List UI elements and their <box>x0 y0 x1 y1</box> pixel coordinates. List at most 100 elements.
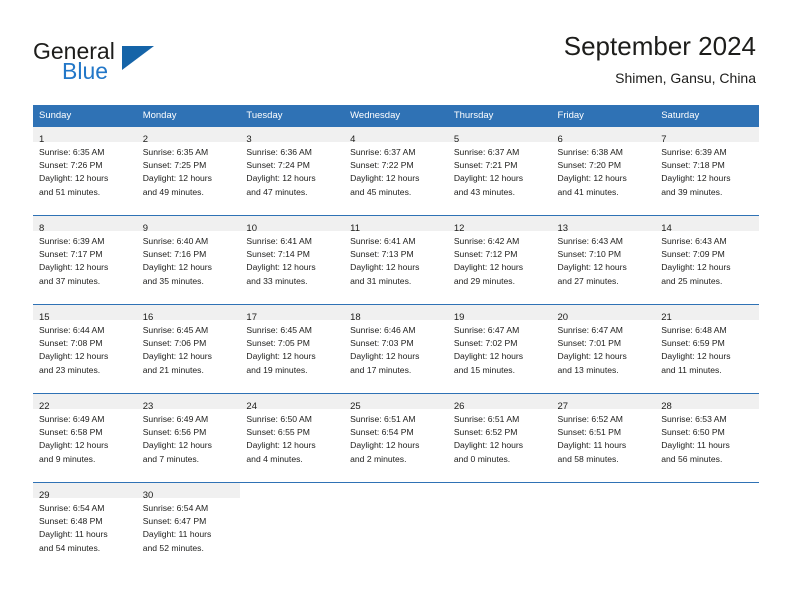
calendar-day-cell[interactable]: 21 Sunrise: 6:48 AM Sunset: 6:59 PM Dayligh… <box>655 304 759 394</box>
sunset-time: Sunset: 6:52 PM <box>453 427 518 438</box>
calendar-day-cell[interactable]: 5 Sunrise: 6:37 AM Sunset: 7:21 PM Daylight… <box>447 126 552 216</box>
daylight-duration-line1: Daylight: 12 hours <box>39 440 109 451</box>
sunset-time: Sunset: 7:02 PM <box>453 338 518 349</box>
calendar-day-cell[interactable]: 10 Sunrise: 6:41 AM Sunset: 7:14 PM Dayligh… <box>240 215 345 305</box>
sunset-time: Sunset: 7:10 PM <box>557 249 622 260</box>
day-details: Sunrise: 6:40 AM Sunset: 7:16 PM Daylight:… <box>137 231 241 288</box>
sunrise-time: Sunrise: 6:38 AM <box>557 147 623 157</box>
daylight-duration-line2: and 58 minutes. <box>557 453 619 464</box>
sunrise-time: Sunrise: 6:49 AM <box>142 414 209 424</box>
sunrise-time: Sunrise: 6:46 AM <box>350 325 416 335</box>
day-number: 18 <box>350 312 361 323</box>
calendar-day-cell[interactable]: 17 Sunrise: 6:45 AM Sunset: 7:05 PM Dayligh… <box>240 304 345 394</box>
sunset-time: Sunset: 7:08 PM <box>39 338 103 349</box>
weekday-header-wednesday: Wednesday <box>344 105 448 127</box>
sunrise-time: Sunrise: 6:41 AM <box>246 236 312 246</box>
calendar-day-cell[interactable]: 22 Sunrise: 6:49 AM Sunset: 6:58 PM Dayligh… <box>33 393 137 483</box>
sunset-time: Sunset: 7:26 PM <box>39 160 103 171</box>
day-number: 29 <box>39 490 50 501</box>
daylight-duration-line2: and 15 minutes. <box>453 364 515 375</box>
daylight-duration-line1: Daylight: 12 hours <box>557 262 627 273</box>
calendar-day-cell[interactable]: 9 Sunrise: 6:40 AM Sunset: 7:16 PM Daylight… <box>136 215 241 305</box>
calendar-day-cell[interactable]: 28 Sunrise: 6:53 AM Sunset: 6:50 PM Dayligh… <box>655 393 759 483</box>
daylight-duration-line1: Daylight: 12 hours <box>453 173 524 184</box>
day-number: 7 <box>661 134 667 145</box>
calendar-day-cell[interactable]: 19 Sunrise: 6:47 AM Sunset: 7:02 PM Dayligh… <box>447 304 552 394</box>
day-details: Sunrise: 6:54 AM Sunset: 6:48 PM Daylight:… <box>33 498 137 555</box>
daylight-duration-line1: Daylight: 12 hours <box>39 351 109 362</box>
sunset-time: Sunset: 6:59 PM <box>661 338 725 349</box>
sunrise-time: Sunrise: 6:43 AM <box>661 236 727 246</box>
day-number: 28 <box>661 401 672 412</box>
day-number: 11 <box>350 223 360 234</box>
sunrise-time: Sunrise: 6:37 AM <box>350 147 416 157</box>
calendar-day-cell[interactable]: 18 Sunrise: 6:46 AM Sunset: 7:03 PM Dayligh… <box>344 304 448 394</box>
day-number-band: 1 <box>33 127 137 145</box>
calendar-day-cell[interactable]: 1 Sunrise: 6:35 AM Sunset: 7:26 PM Daylight… <box>33 126 137 216</box>
day-number-band: 16 <box>136 305 241 323</box>
calendar-day-cell[interactable]: 3 Sunrise: 6:36 AM Sunset: 7:24 PM Daylight… <box>240 126 345 216</box>
calendar-day-cell[interactable]: 23 Sunrise: 6:49 AM Sunset: 6:56 PM Dayligh… <box>136 393 241 483</box>
calendar-day-cell[interactable]: 7 Sunrise: 6:39 AM Sunset: 7:18 PM Daylight… <box>655 126 759 216</box>
sunset-time: Sunset: 7:01 PM <box>557 338 622 349</box>
daylight-duration-line1: Daylight: 12 hours <box>39 173 109 184</box>
calendar-day-cell-empty <box>655 482 759 567</box>
calendar-day-cell[interactable]: 29 Sunrise: 6:54 AM Sunset: 6:48 PM Dayligh… <box>33 482 137 567</box>
daylight-duration-line2: and 31 minutes. <box>350 275 412 286</box>
day-number-band: 5 <box>447 127 552 145</box>
sunrise-time: Sunrise: 6:54 AM <box>39 503 105 513</box>
day-number: 17 <box>246 312 257 323</box>
sunset-time: Sunset: 6:55 PM <box>246 427 310 438</box>
day-number-band <box>240 483 345 498</box>
day-number: 27 <box>557 401 569 412</box>
day-number-band: 7 <box>655 127 759 145</box>
calendar-week-row: 8 Sunrise: 6:39 AM Sunset: 7:17 PM Daylight… <box>33 215 759 305</box>
day-details: Sunrise: 6:39 AM Sunset: 7:18 PM Daylight:… <box>655 142 759 199</box>
calendar-day-cell[interactable]: 20 Sunrise: 6:47 AM Sunset: 7:01 PM Dayligh… <box>551 304 656 394</box>
sunrise-time: Sunrise: 6:48 AM <box>661 325 727 335</box>
day-details: Sunrise: 6:50 AM Sunset: 6:55 PM Daylight:… <box>240 409 344 466</box>
weekday-header-saturday: Saturday <box>655 105 759 127</box>
day-number: 8 <box>39 223 45 234</box>
day-number: 6 <box>557 134 563 145</box>
calendar-day-cell[interactable]: 8 Sunrise: 6:39 AM Sunset: 7:17 PM Daylight… <box>33 215 137 305</box>
day-details: Sunrise: 6:41 AM Sunset: 7:13 PM Daylight:… <box>344 231 448 288</box>
calendar-day-cell[interactable]: 4 Sunrise: 6:37 AM Sunset: 7:22 PM Daylight… <box>344 126 448 216</box>
general-blue-logo[interactable]: General Blue <box>33 38 233 88</box>
day-number-band: 17 <box>240 305 345 323</box>
day-number-band: 25 <box>344 394 448 412</box>
calendar-day-cell[interactable]: 30 Sunrise: 6:54 AM Sunset: 6:47 PM Dayligh… <box>136 482 241 567</box>
sunset-time: Sunset: 7:06 PM <box>142 338 207 349</box>
day-number-band: 26 <box>447 394 552 412</box>
calendar-day-cell[interactable]: 15 Sunrise: 6:44 AM Sunset: 7:08 PM Dayligh… <box>33 304 137 394</box>
day-details: Sunrise: 6:42 AM Sunset: 7:12 PM Daylight:… <box>448 231 552 288</box>
sunset-time: Sunset: 6:58 PM <box>39 427 103 438</box>
calendar-day-cell[interactable]: 13 Sunrise: 6:43 AM Sunset: 7:10 PM Dayligh… <box>551 215 656 305</box>
calendar-day-cell[interactable]: 24 Sunrise: 6:50 AM Sunset: 6:55 PM Dayligh… <box>240 393 345 483</box>
day-details: Sunrise: 6:53 AM Sunset: 6:50 PM Daylight:… <box>655 409 759 466</box>
sunrise-time: Sunrise: 6:42 AM <box>453 236 520 246</box>
calendar-day-cell[interactable]: 14 Sunrise: 6:43 AM Sunset: 7:09 PM Dayligh… <box>655 215 759 305</box>
day-details: Sunrise: 6:45 AM Sunset: 7:06 PM Daylight:… <box>137 320 241 377</box>
calendar-day-cell[interactable]: 12 Sunrise: 6:42 AM Sunset: 7:12 PM Dayligh… <box>447 215 552 305</box>
day-number-band: 12 <box>447 216 552 234</box>
calendar-day-cell[interactable]: 27 Sunrise: 6:52 AM Sunset: 6:51 PM Dayligh… <box>551 393 656 483</box>
day-number-band: 22 <box>33 394 137 412</box>
weekday-header-tuesday: Tuesday <box>240 105 345 127</box>
sunrise-time: Sunrise: 6:47 AM <box>557 325 623 335</box>
day-number-band: 19 <box>447 305 552 323</box>
daylight-duration-line1: Daylight: 12 hours <box>39 262 109 273</box>
calendar-day-cell[interactable]: 25 Sunrise: 6:51 AM Sunset: 6:54 PM Dayligh… <box>344 393 448 483</box>
calendar-day-cell[interactable]: 16 Sunrise: 6:45 AM Sunset: 7:06 PM Dayligh… <box>136 304 241 394</box>
day-details: Sunrise: 6:36 AM Sunset: 7:24 PM Daylight:… <box>240 142 344 199</box>
calendar-day-cell[interactable]: 11 Sunrise: 6:41 AM Sunset: 7:13 PM Dayligh… <box>344 215 448 305</box>
calendar-day-cell[interactable]: 26 Sunrise: 6:51 AM Sunset: 6:52 PM Dayligh… <box>447 393 552 483</box>
sunset-time: Sunset: 7:20 PM <box>557 160 622 171</box>
daylight-duration-line1: Daylight: 12 hours <box>557 351 627 362</box>
page-title: September 2024 <box>563 31 756 61</box>
daylight-duration-line1: Daylight: 12 hours <box>350 262 420 273</box>
calendar-day-cell[interactable]: 6 Sunrise: 6:38 AM Sunset: 7:20 PM Daylight… <box>551 126 656 216</box>
daylight-duration-line1: Daylight: 12 hours <box>246 440 316 451</box>
calendar-day-cell[interactable]: 2 Sunrise: 6:35 AM Sunset: 7:25 PM Daylight… <box>136 126 241 216</box>
page-subtitle-location: Shimen, Gansu, China <box>615 70 756 86</box>
